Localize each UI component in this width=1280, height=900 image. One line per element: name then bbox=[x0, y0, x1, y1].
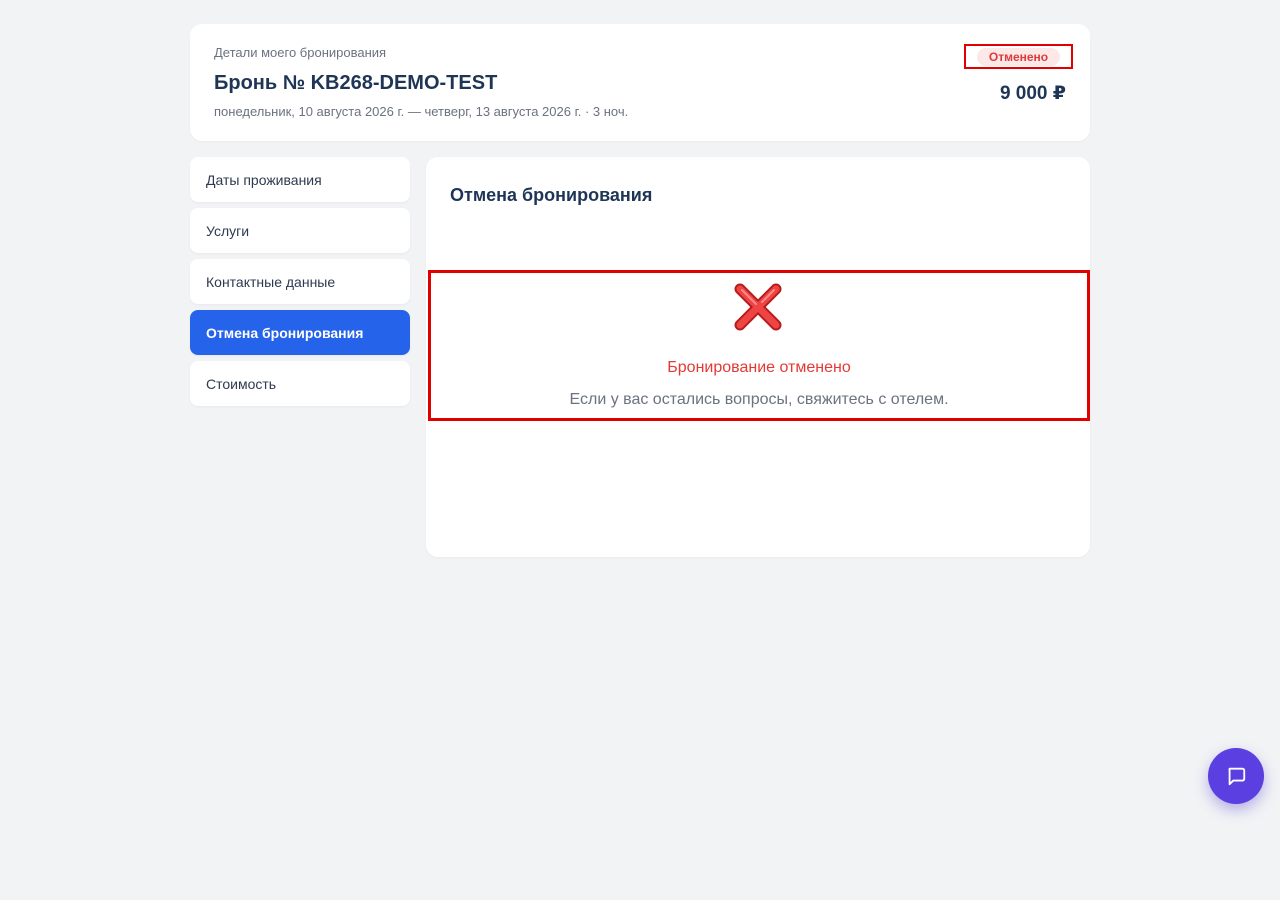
cross-mark-icon bbox=[734, 283, 782, 331]
chat-bubble-icon bbox=[1228, 767, 1246, 786]
page-subtitle: Детали моего бронирования bbox=[214, 45, 387, 60]
sidebar-item-label: Отмена бронирования bbox=[206, 324, 364, 341]
cancellation-contact-note: Если у вас остались вопросы, свяжитесь с… bbox=[569, 391, 949, 408]
booking-dates: понедельник, 10 августа 2026 г. — четвер… bbox=[214, 104, 629, 119]
status-highlight: Отменено bbox=[964, 44, 1073, 69]
sidebar-item-cancellation[interactable]: Отмена бронирования bbox=[190, 310, 410, 355]
booking-page: Детали моего бронирования Бронь № KB268-… bbox=[190, 24, 1090, 557]
sidebar-item-label: Стоимость bbox=[206, 375, 277, 392]
sidebar-nav: Даты проживания Услуги Контактные данные… bbox=[190, 157, 410, 412]
cancellation-panel: Отмена бронирования Бронирование отменен… bbox=[426, 157, 1090, 557]
booking-price: 9 000 ₽ bbox=[999, 83, 1066, 104]
sidebar-item-label: Даты проживания bbox=[206, 171, 322, 188]
cancellation-status-box: Бронирование отменено Если у вас осталис… bbox=[428, 270, 1090, 421]
section-title: Отмена бронирования bbox=[450, 185, 653, 205]
status-badge: Отменено bbox=[976, 47, 1061, 66]
cancellation-status-title: Бронирование отменено bbox=[667, 359, 851, 376]
booking-title: Бронь № KB268-DEMO-TEST bbox=[214, 72, 498, 94]
sidebar-item-stay-dates[interactable]: Даты проживания bbox=[190, 157, 410, 202]
sidebar-item-contact-details[interactable]: Контактные данные bbox=[190, 259, 410, 304]
sidebar-item-services[interactable]: Услуги bbox=[190, 208, 410, 253]
sidebar-item-label: Услуги bbox=[206, 222, 250, 239]
sidebar-item-cost[interactable]: Стоимость bbox=[190, 361, 410, 406]
booking-header-card: Детали моего бронирования Бронь № KB268-… bbox=[190, 24, 1090, 141]
sidebar-item-label: Контактные данные bbox=[206, 273, 336, 290]
content-area: Даты проживания Услуги Контактные данные… bbox=[190, 157, 1090, 557]
chat-button[interactable] bbox=[1208, 748, 1264, 804]
